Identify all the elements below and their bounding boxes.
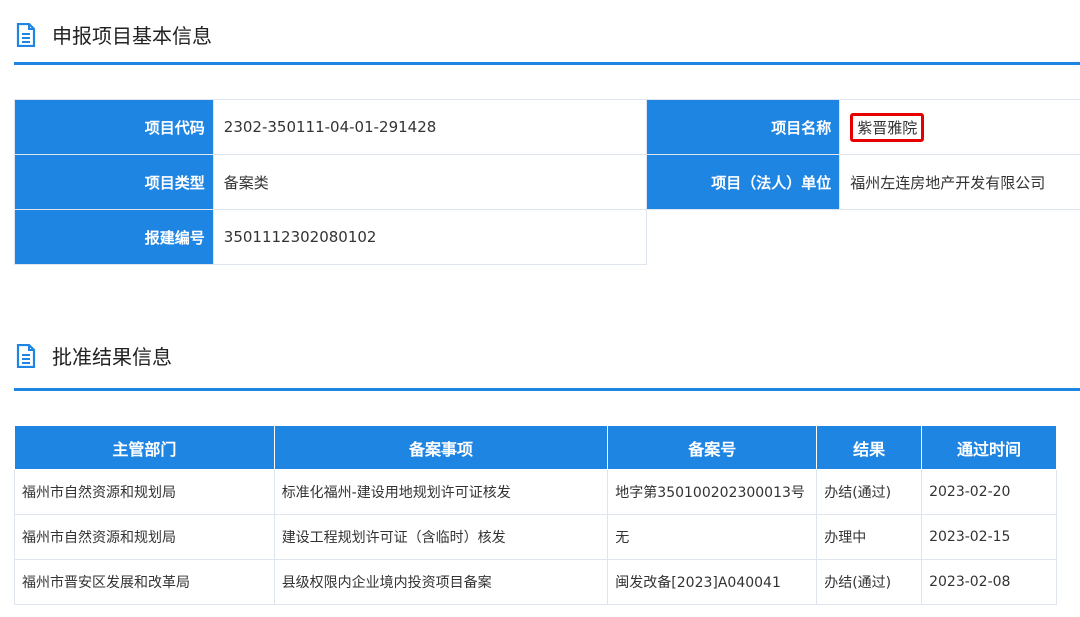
table-row: 福州市自然资源和规划局 标准化福州-建设用地规划许可证核发 地字第3501002…	[14, 469, 1057, 515]
label-project-type: 项目类型	[14, 154, 214, 210]
table-row: 项目代码 2302-350111-04-01-291428 项目名称 紫晋雅院	[14, 99, 1080, 155]
value-project-type: 备案类	[212, 154, 648, 210]
document-icon	[16, 22, 36, 47]
cell-filing-item: 县级权限内企业境内投资项目备案	[273, 559, 609, 605]
table-row: 福州市自然资源和规划局 建设工程规划许可证（含临时）核发 无 办理中 2023-…	[14, 514, 1057, 560]
section-title: 申报项目基本信息	[52, 24, 212, 48]
divider	[14, 62, 1080, 65]
document-icon	[16, 343, 36, 368]
cell-department: 福州市自然资源和规划局	[14, 469, 275, 515]
section-header-basic-info: 申报项目基本信息	[14, 20, 1080, 49]
label-legal-unit: 项目（法人）单位	[646, 154, 841, 210]
cell-department: 福州市晋安区发展和改革局	[14, 559, 275, 605]
divider	[14, 388, 1080, 391]
cell-filing-number: 无	[607, 514, 818, 560]
cell-filing-item: 建设工程规划许可证（含临时）核发	[273, 514, 609, 560]
cell-approval-time: 2023-02-15	[921, 514, 1057, 560]
value-filing-number: 3501112302080102	[212, 209, 648, 265]
table-row: 福州市晋安区发展和改革局 县级权限内企业境内投资项目备案 闽发改备[2023]A…	[14, 559, 1057, 605]
value-legal-unit: 福州左连房地产开发有限公司	[839, 154, 1080, 210]
cell-result: 办结(通过)	[816, 559, 923, 605]
project-name-highlight: 紫晋雅院	[850, 112, 925, 142]
column-header-approval-time: 通过时间	[921, 425, 1057, 470]
column-header-result: 结果	[816, 425, 923, 470]
column-header-filing-number: 备案号	[607, 425, 818, 470]
label-project-name: 项目名称	[646, 99, 841, 155]
table-header-row: 主管部门 备案事项 备案号 结果 通过时间	[14, 425, 1057, 470]
cell-filing-number: 闽发改备[2023]A040041	[607, 559, 818, 605]
empty-cell	[647, 210, 1080, 265]
cell-result: 办理中	[816, 514, 923, 560]
value-project-name-cell: 紫晋雅院	[839, 99, 1080, 155]
section-title: 批准结果信息	[52, 345, 172, 369]
section-header-approval-results: 批准结果信息	[14, 341, 1080, 370]
column-header-filing-item: 备案事项	[273, 425, 609, 470]
cell-approval-time: 2023-02-20	[921, 469, 1057, 515]
table-row: 报建编号 3501112302080102	[14, 209, 1080, 265]
label-filing-number: 报建编号	[14, 209, 214, 265]
cell-result: 办结(通过)	[816, 469, 923, 515]
cell-filing-number: 地字第350100202300013号	[607, 469, 818, 515]
project-info-table: 项目代码 2302-350111-04-01-291428 项目名称 紫晋雅院 …	[14, 99, 1080, 265]
cell-approval-time: 2023-02-08	[921, 559, 1057, 605]
column-header-department: 主管部门	[14, 425, 275, 470]
approval-results-table: 主管部门 备案事项 备案号 结果 通过时间 福州市自然资源和规划局 标准化福州-…	[14, 425, 1057, 605]
table-row: 项目类型 备案类 项目（法人）单位 福州左连房地产开发有限公司	[14, 154, 1080, 210]
value-project-code: 2302-350111-04-01-291428	[212, 99, 648, 155]
cell-filing-item: 标准化福州-建设用地规划许可证核发	[273, 469, 609, 515]
cell-department: 福州市自然资源和规划局	[14, 514, 275, 560]
label-project-code: 项目代码	[14, 99, 214, 155]
